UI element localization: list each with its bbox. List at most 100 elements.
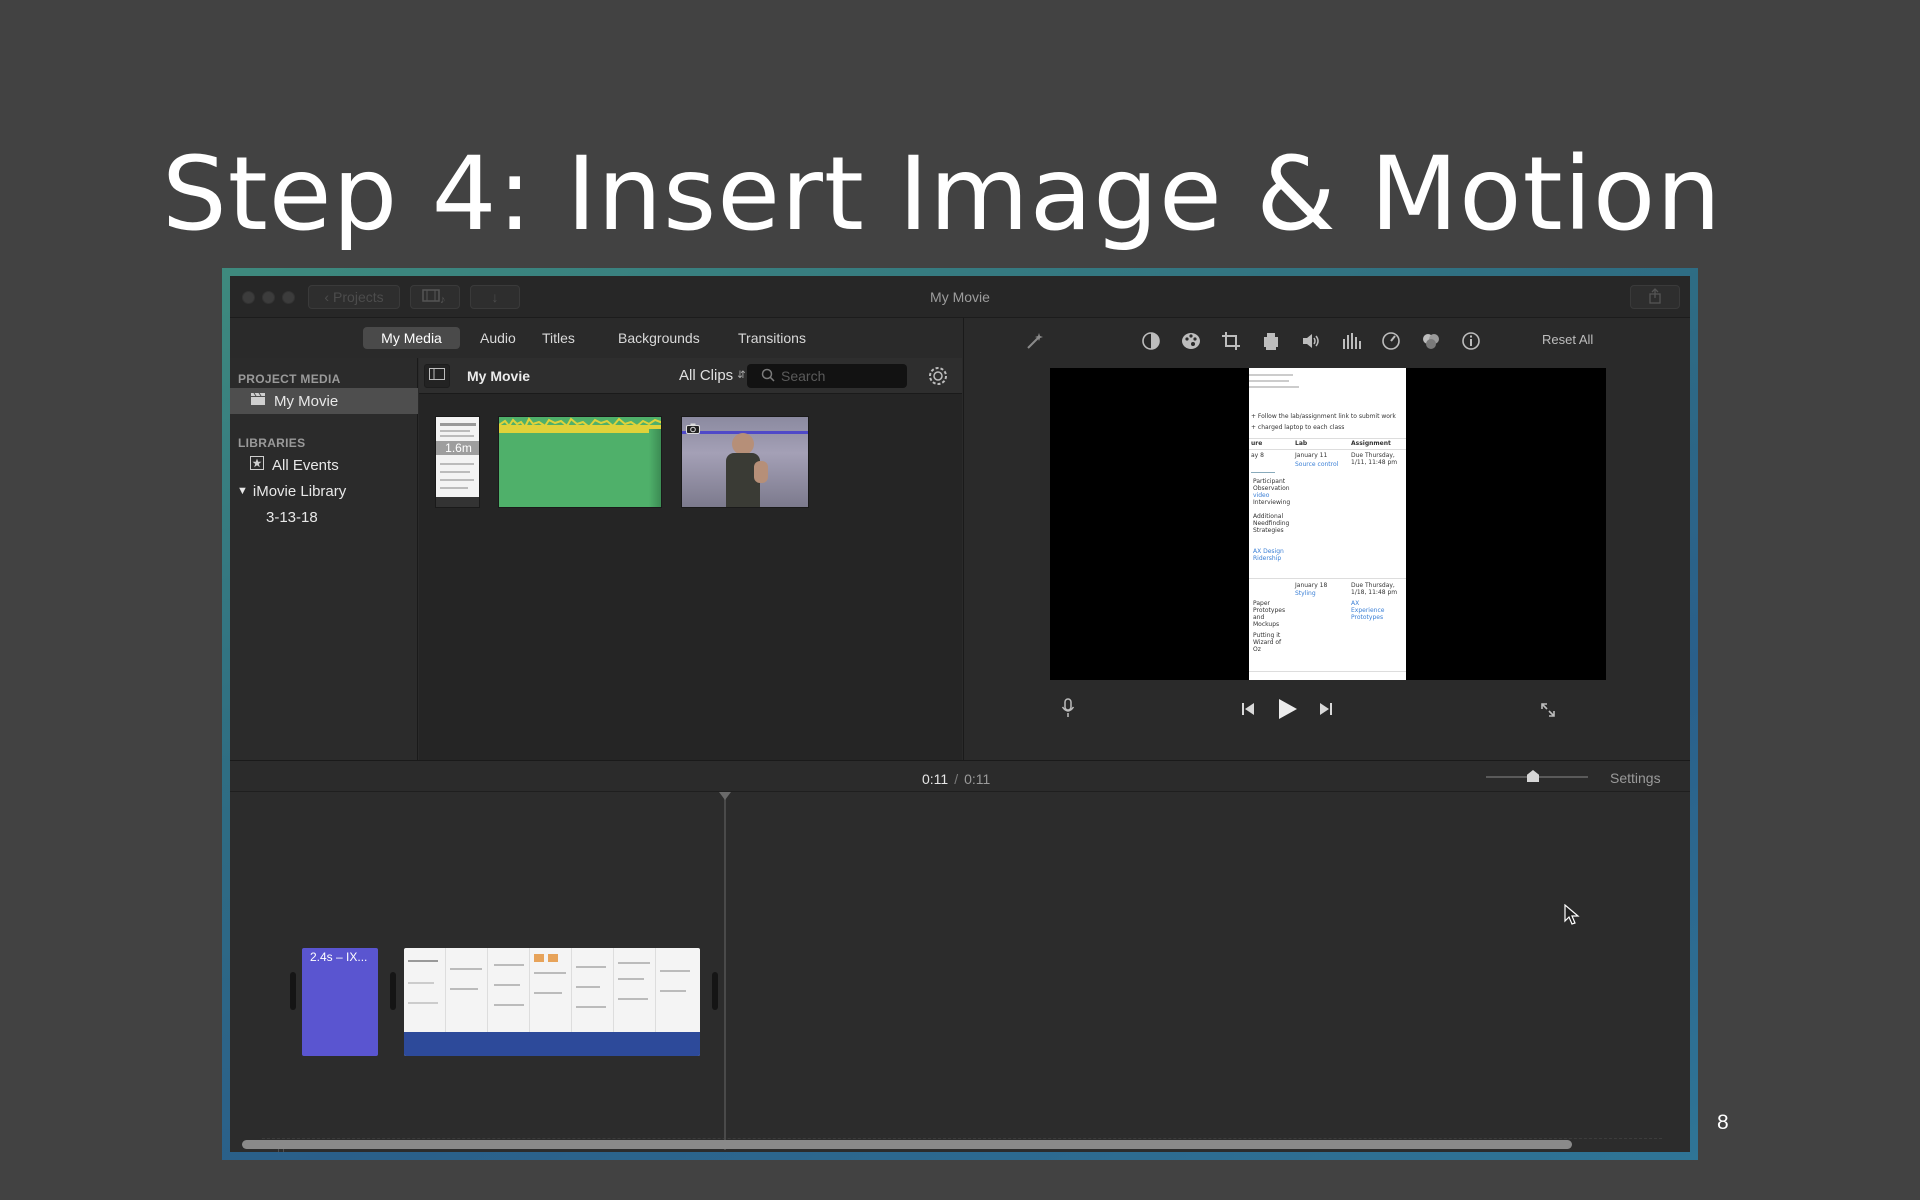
clip-trim-handle[interactable]: [390, 972, 396, 1010]
search-input[interactable]: Search: [747, 364, 907, 388]
preview-text: Interviewing: [1253, 499, 1291, 506]
timeline: 2.4s – IX...: [230, 792, 1690, 1152]
current-time: 0:11: [922, 771, 949, 787]
clip-audio-band: [404, 1032, 700, 1056]
reset-all-button[interactable]: Reset All: [1542, 332, 1593, 347]
page-number: 8: [1717, 1111, 1729, 1134]
search-placeholder: Search: [781, 368, 826, 384]
skip-back-icon[interactable]: [1236, 698, 1260, 720]
tab-my-media[interactable]: My Media: [363, 327, 460, 349]
horizontal-scrollbar[interactable]: [242, 1140, 1572, 1149]
sidebar-item-event[interactable]: 3-13-18: [230, 504, 418, 530]
zoom-slider[interactable]: [1486, 770, 1588, 782]
video-clip[interactable]: [404, 948, 700, 1056]
filmstrip-frame: [404, 948, 446, 1032]
palette-icon[interactable]: [1180, 330, 1202, 352]
play-icon[interactable]: [1272, 694, 1302, 724]
search-icon: [761, 368, 775, 387]
preview-text: January 18: [1295, 582, 1328, 589]
project-media-heading: PROJECT MEDIA: [238, 372, 341, 386]
title-bar: ‹ Projects ♪ ↓ My Movie: [230, 276, 1690, 318]
volume-icon[interactable]: [1300, 330, 1322, 352]
fullscreen-icon[interactable]: [1536, 698, 1560, 722]
preview-text: AX Design Ridership: [1253, 548, 1284, 562]
sidebar-item-all-events[interactable]: All Events: [230, 452, 418, 478]
filmstrip-frame: [530, 948, 572, 1032]
clip-duration-label: 1.6m: [436, 441, 479, 455]
browser-title: My Movie: [467, 368, 531, 384]
window-title: My Movie: [930, 289, 990, 305]
preview-text: video: [1253, 492, 1270, 499]
sidebar-item-label: My Movie: [274, 392, 339, 410]
clips-filter-label: All Clips: [679, 367, 734, 384]
sidebar-item-label: 3-13-18: [266, 508, 318, 526]
clapperboard-icon: [250, 392, 266, 410]
media-clip-audio[interactable]: [498, 416, 662, 508]
preview-text: ure: [1251, 440, 1263, 447]
settings-button[interactable]: Settings: [1610, 770, 1661, 786]
title-clip[interactable]: 2.4s – IX...: [302, 948, 378, 1056]
libraries-heading: LIBRARIES: [238, 436, 306, 450]
time-separator: /: [954, 771, 959, 787]
clips-filter-select[interactable]: All Clips ⇵: [679, 367, 746, 384]
skip-forward-icon[interactable]: [1314, 698, 1338, 720]
timeline-header: 0:11 / 0:11 Settings: [230, 760, 1690, 792]
speedometer-icon[interactable]: [1380, 330, 1402, 352]
preview-text: Participant Observation: [1253, 478, 1290, 492]
preview-text: Due Thursday, 1/11, 11:48 pm: [1351, 452, 1398, 466]
preview-text: AX Experience Prototypes: [1351, 600, 1385, 621]
media-clip-video[interactable]: [681, 416, 809, 508]
stabilization-camera-icon[interactable]: [1260, 330, 1282, 352]
preview-document-frame: + Follow the lab/assignment link to subm…: [1249, 368, 1406, 680]
media-browser: My Movie All Clips ⇵ Search 1.6m: [419, 358, 962, 760]
sidebar-item-label: iMovie Library: [252, 482, 347, 500]
preview-text: + Follow the lab/assignment link to subm…: [1251, 413, 1396, 420]
info-icon[interactable]: [1460, 330, 1482, 352]
camera-icon: [686, 421, 700, 439]
zoom-slider-thumb[interactable]: [1527, 770, 1539, 782]
preview-text: Styling: [1295, 590, 1316, 597]
tab-backgrounds[interactable]: Backgrounds: [602, 327, 716, 349]
preview-text: ay 8: [1251, 452, 1264, 459]
tab-titles[interactable]: Titles: [526, 327, 591, 349]
preview-text: Lab: [1295, 440, 1308, 447]
tab-audio[interactable]: Audio: [464, 327, 532, 349]
filmstrip-frame: [656, 948, 700, 1032]
browser-toolbar: My Movie All Clips ⇵ Search: [419, 358, 962, 394]
slide-title: Step 4: Insert Image & Motion: [162, 135, 1722, 254]
media-clip-document[interactable]: 1.6m: [435, 416, 480, 508]
sidebar-item-my-movie[interactable]: My Movie: [230, 388, 418, 414]
preview-text: + charged laptop to each class: [1251, 424, 1345, 431]
clip-trim-handle[interactable]: [290, 972, 296, 1010]
filmstrip-frame: [572, 948, 614, 1032]
updown-chevron-icon: ⇵: [737, 370, 746, 381]
preview-text: Due Thursday, 1/18, 11:48 pm: [1351, 582, 1398, 596]
timecode: 0:11 / 0:11: [922, 771, 990, 787]
sidebar-toggle-icon: [429, 367, 445, 385]
playhead[interactable]: [719, 792, 731, 1150]
imovie-window: ‹ Projects ♪ ↓ My Movie My Media Audio T…: [230, 276, 1690, 1152]
magic-wand-icon[interactable]: [1024, 330, 1046, 352]
clip-trim-handle[interactable]: [712, 972, 718, 1010]
sidebar-item-imovie-library[interactable]: ▼ iMovie Library: [230, 478, 418, 504]
equalizer-icon[interactable]: [1340, 330, 1362, 352]
sidebar-toggle-button[interactable]: [424, 364, 450, 388]
filmstrip-frame: [488, 948, 530, 1032]
disclosure-triangle-icon[interactable]: ▼: [237, 485, 248, 497]
clip-filter-icon[interactable]: [1420, 330, 1442, 352]
title-clip-label: 2.4s – IX...: [310, 950, 368, 964]
share-button[interactable]: [1630, 285, 1680, 309]
crop-icon[interactable]: [1220, 330, 1242, 352]
tab-transitions[interactable]: Transitions: [722, 327, 822, 349]
gear-icon[interactable]: [927, 365, 949, 392]
preview-text: Additional Needfinding Strategies: [1253, 513, 1290, 534]
preview-text: Assignment: [1351, 440, 1391, 447]
media-tabs: My Media Audio Titles Backgrounds Transi…: [230, 318, 962, 358]
sidebar-item-label: All Events: [272, 456, 339, 474]
microphone-icon[interactable]: [1056, 696, 1080, 720]
viewer-panel: Reset All + Follow the lab/assignment li…: [963, 318, 1690, 760]
filmstrip-frame: [446, 948, 488, 1032]
color-balance-icon[interactable]: [1140, 330, 1162, 352]
star-icon: [250, 456, 264, 474]
filmstrip-frame: [614, 948, 656, 1032]
